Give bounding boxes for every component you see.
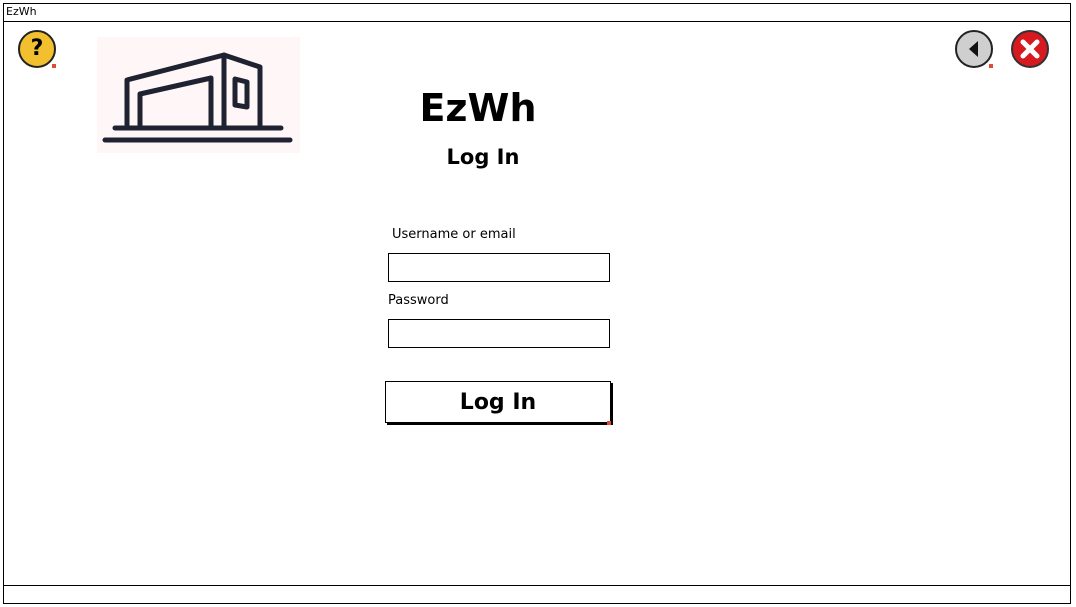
- password-label: Password: [388, 293, 449, 308]
- username-field[interactable]: [388, 253, 610, 282]
- question-icon: ?: [30, 36, 44, 61]
- username-label: Username or email: [392, 227, 516, 242]
- back-button[interactable]: [955, 30, 993, 68]
- help-button[interactable]: ?: [18, 30, 56, 68]
- app-logo: [97, 37, 300, 153]
- link-marker: [607, 421, 611, 425]
- status-bar: [4, 585, 1070, 603]
- back-arrow-icon: [969, 41, 978, 57]
- warehouse-icon: [102, 52, 293, 143]
- page-subtitle: Log In: [446, 145, 520, 169]
- password-field[interactable]: [388, 319, 610, 348]
- window-title: EzWh: [4, 4, 1070, 22]
- close-button[interactable]: [1011, 30, 1049, 68]
- close-x-icon: [1020, 39, 1040, 59]
- link-marker: [989, 64, 993, 68]
- link-marker: [52, 64, 56, 68]
- app-title: EzWh: [419, 86, 537, 130]
- login-button[interactable]: Log In: [385, 381, 611, 423]
